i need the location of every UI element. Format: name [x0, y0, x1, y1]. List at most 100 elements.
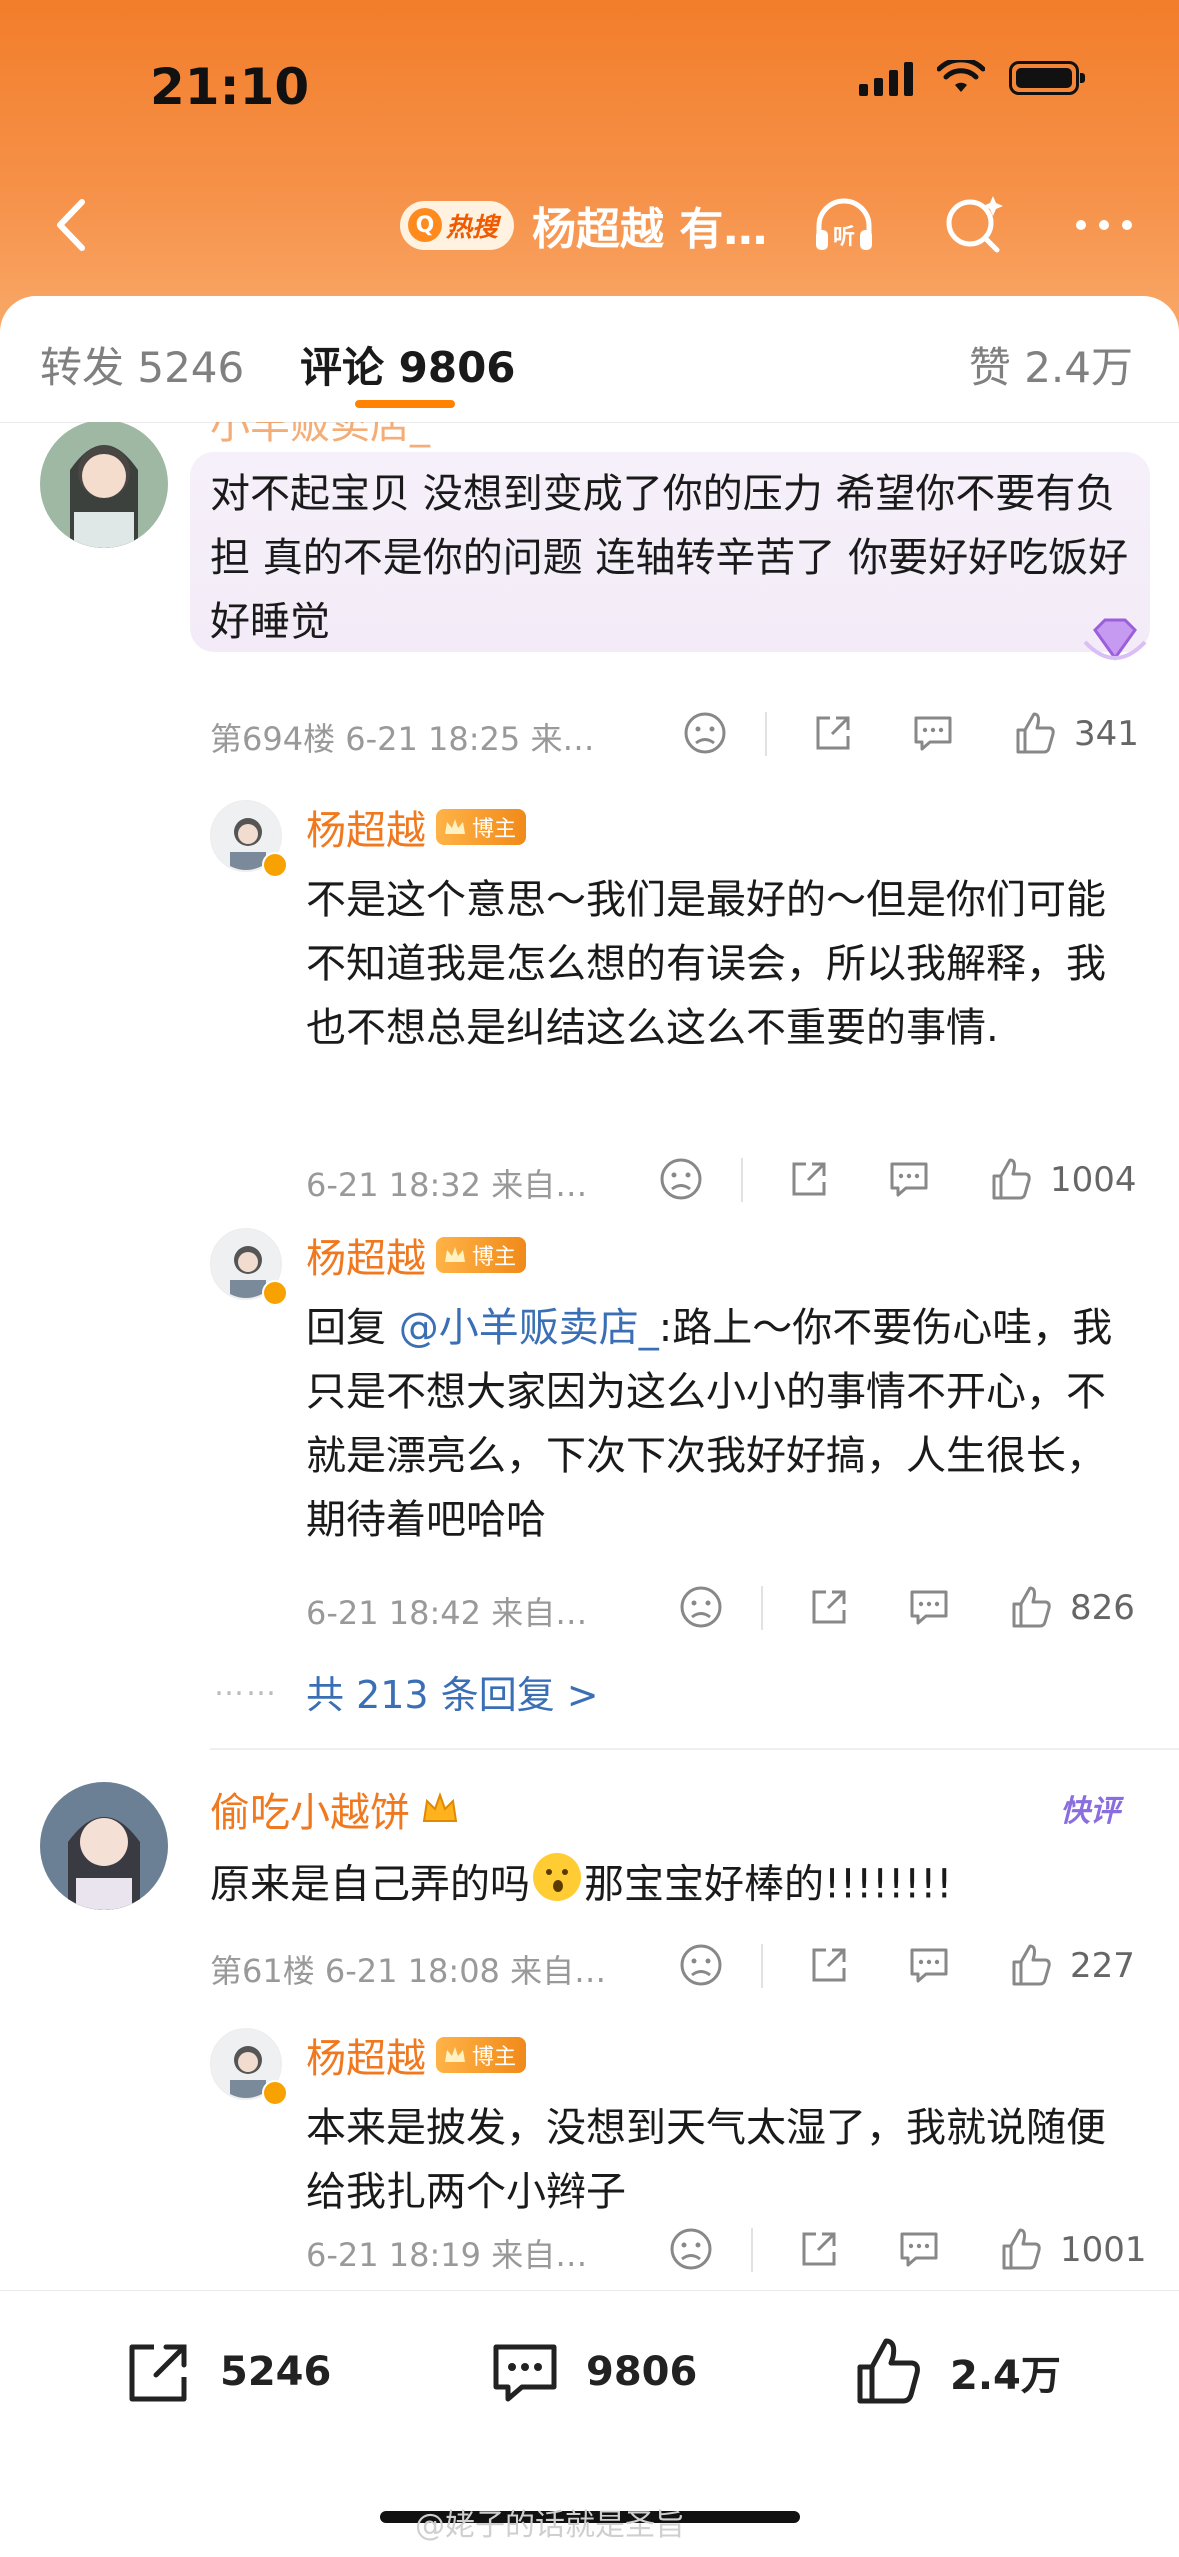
reply-prefix: 回复	[306, 1305, 399, 1351]
avatar[interactable]	[40, 422, 168, 548]
dislike-face-icon[interactable]	[676, 1940, 726, 1990]
hot-search-title[interactable]: Q 热搜 杨超越 有…	[400, 190, 767, 260]
reply-meta: 6-21 18:32 来自…	[306, 1166, 588, 1204]
comment-divider	[210, 1748, 1179, 1750]
search-spark-icon[interactable]	[939, 190, 1009, 260]
watermark: @姥子的话就是圣旨	[415, 2508, 685, 2543]
tab-comment[interactable]: 评论 9806	[300, 334, 516, 395]
comment-button[interactable]: 9806	[486, 2333, 697, 2411]
like-icon[interactable]	[1010, 708, 1060, 758]
comment-icon[interactable]	[904, 1940, 954, 1990]
share-icon[interactable]	[794, 2224, 844, 2274]
share-icon[interactable]	[808, 708, 858, 758]
like-icon[interactable]	[1006, 1940, 1056, 1990]
reply-username-row: 杨超越 博主	[306, 2026, 527, 2084]
diamond-badge-icon	[1083, 618, 1147, 661]
reply-actions: 1004	[656, 1154, 1156, 1214]
like-icon[interactable]	[996, 2224, 1046, 2274]
reply-username[interactable]: 杨超越	[306, 1226, 426, 1284]
reply-username[interactable]: 杨超越	[306, 2026, 426, 2084]
like-count: 826	[1070, 1588, 1135, 1628]
badge-label: 博主	[472, 2045, 517, 2070]
active-tab-indicator	[355, 400, 455, 408]
comment-icon[interactable]	[884, 1154, 934, 1204]
reply-text: 本来是披发，没想到天气太湿了，我就说随便给我扎两个小辫子	[306, 2105, 1106, 2215]
reply-meta: 6-21 18:42 来自…	[306, 1594, 588, 1632]
more-replies-link[interactable]: 共 213 条回复 >	[306, 1664, 599, 1719]
avatar-image	[40, 1782, 168, 1910]
dislike-face-icon[interactable]	[656, 1154, 706, 1204]
repost-button[interactable]: 5246	[120, 2333, 331, 2411]
blogger-badge: 博主	[436, 809, 527, 845]
like-count-total: 2.4万	[950, 2353, 1061, 2399]
comment-text: 原来是自己弄的吗 那宝宝好棒的!!!!!!!!	[210, 1850, 1160, 1923]
more-icon[interactable]	[1069, 190, 1139, 260]
comment-actions: 227	[676, 1940, 1156, 2000]
comment-icon[interactable]	[894, 2224, 944, 2274]
search-q-icon: Q	[408, 208, 442, 242]
quick-review-tag: 快评	[1060, 1794, 1120, 1829]
like-button[interactable]: 2.4万	[850, 2333, 1061, 2411]
thinking-emoji-icon	[530, 1850, 584, 1923]
reply-username-row: 杨超越 博主	[306, 1226, 527, 1284]
reply-username-row: 杨超越 博主	[306, 798, 527, 856]
repost-icon	[129, 2344, 187, 2402]
comment-icon[interactable]	[904, 1582, 954, 1632]
badge-label: 博主	[472, 817, 517, 842]
repost-count: 5246	[220, 2349, 332, 2395]
status-icons	[859, 60, 1085, 96]
comment-meta: 第61楼 6-21 18:08 来自…	[210, 1952, 607, 1990]
hot-label: 热搜	[446, 212, 499, 243]
thumbs-up-icon	[857, 2338, 920, 2404]
crown-icon	[445, 2047, 465, 2062]
reply-username[interactable]: 杨超越	[306, 798, 426, 856]
avatar-image	[40, 422, 168, 548]
like-icon[interactable]	[986, 1154, 1036, 1204]
battery-icon	[1009, 61, 1085, 95]
reply-meta: 6-21 18:19 来自…	[306, 2236, 588, 2274]
like-icon[interactable]	[1006, 1582, 1056, 1632]
comment-text-end: 那宝宝好棒的!!!!!!!!	[584, 1861, 953, 1908]
cellular-signal-icon	[859, 60, 913, 96]
crown-level-icon	[422, 1792, 458, 1822]
badge-label: 博主	[472, 1245, 517, 1270]
tab-repost[interactable]: 转发 5246	[40, 334, 244, 395]
comment-text-start: 原来是自己弄的吗	[210, 1861, 530, 1908]
like-count: 1001	[1060, 2230, 1147, 2270]
dislike-face-icon[interactable]	[680, 708, 730, 758]
blogger-badge: 博主	[436, 1237, 527, 1273]
comment-text: 对不起宝贝 没想到变成了你的压力 希望你不要有负担 真的不是你的问题 连轴转辛苦…	[210, 471, 1129, 645]
dislike-face-icon[interactable]	[666, 2224, 716, 2274]
status-time: 21:10	[150, 58, 310, 116]
divider	[761, 1586, 763, 1630]
comment-meta: 第694楼 6-21 18:25 来…	[210, 720, 595, 758]
wifi-icon	[937, 60, 985, 92]
tab-likes[interactable]: 赞 2.4万	[969, 334, 1133, 395]
share-icon[interactable]	[804, 1940, 854, 1990]
mention-link[interactable]: @小羊贩卖店_	[399, 1305, 659, 1351]
comment-list[interactable]: 小羊贩卖店_ 对不起宝贝 没想到变成了你的压力 希望你不要有负担 真的不是你的问…	[0, 422, 1179, 2290]
share-icon[interactable]	[784, 1154, 834, 1204]
listen-headphones-icon[interactable]: 听	[809, 190, 879, 260]
dislike-face-icon[interactable]	[676, 1582, 726, 1632]
page-title: 杨超越 有…	[532, 204, 768, 255]
share-icon[interactable]	[804, 1582, 854, 1632]
comment-actions: 341	[680, 708, 1150, 768]
comment-count: 9806	[586, 2349, 698, 2395]
reply-text: 不是这个意思～我们是最好的～但是你们可能不知道我是怎么想的有误会，所以我解释，我…	[306, 877, 1106, 1051]
verified-badge-icon	[262, 852, 288, 878]
hot-search-badge: Q 热搜	[400, 200, 515, 250]
divider	[751, 2228, 753, 2272]
divider	[761, 1944, 763, 1988]
like-count: 1004	[1050, 1160, 1137, 1200]
comment-username[interactable]: 小羊贩卖店_	[210, 422, 430, 450]
reply-text: 回复 @小羊贩卖店_:路上～你不要伤心哇，我只是不想大家因为这么小小的事情不开心…	[306, 1296, 1136, 1552]
detail-tabs: 转发 5246 评论 9806 赞 2.4万	[0, 296, 1179, 423]
avatar[interactable]	[40, 1782, 168, 1910]
comment-username[interactable]: 偷吃小越饼	[210, 1780, 410, 1838]
comment-icon[interactable]	[908, 708, 958, 758]
verified-badge-icon	[262, 1280, 288, 1306]
like-count: 227	[1070, 1946, 1135, 1986]
back-arrow-icon[interactable]	[40, 190, 110, 260]
crown-icon	[445, 1247, 465, 1262]
